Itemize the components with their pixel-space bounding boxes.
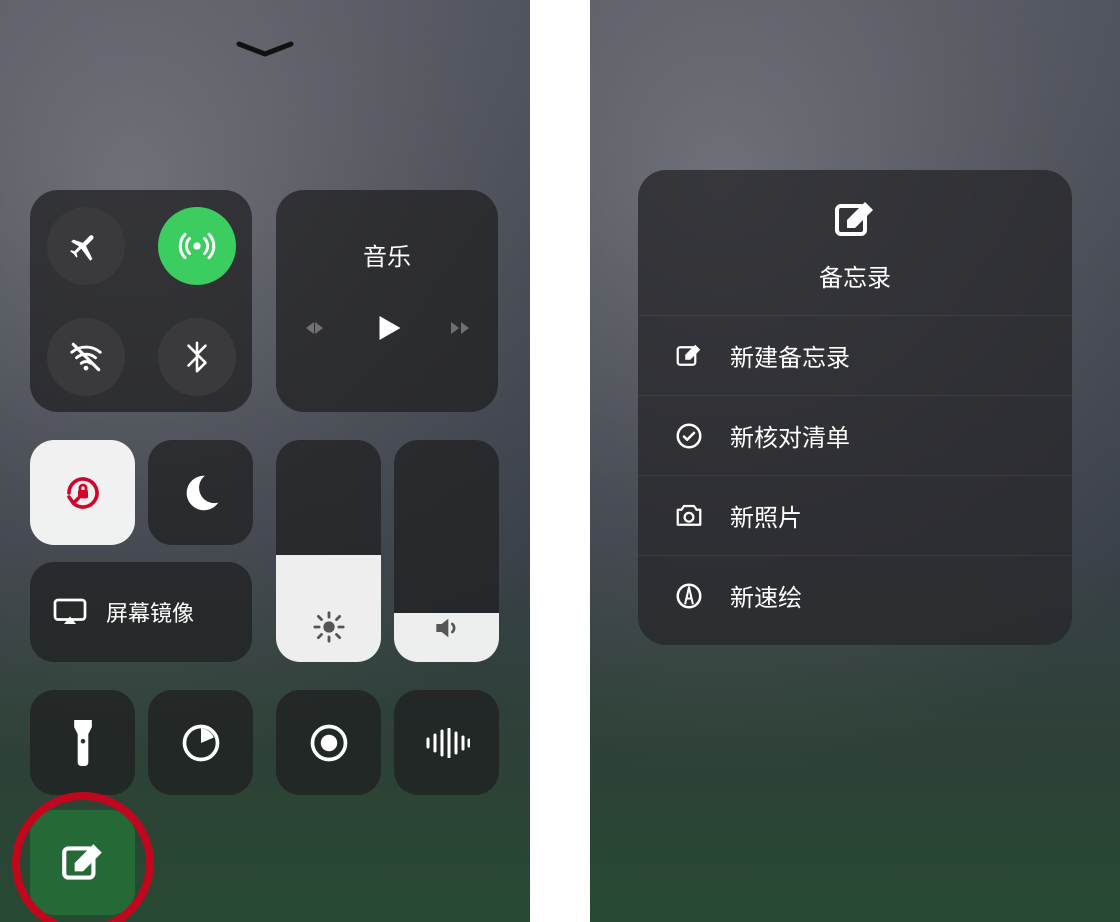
waveform-icon [424, 728, 470, 758]
menu-item-new-photo[interactable]: 新照片 [638, 475, 1072, 555]
brightness-slider[interactable] [276, 440, 381, 662]
compose-icon [831, 196, 879, 244]
menu-item-new-sketch[interactable]: 新速绘 [638, 555, 1072, 635]
screen-mirroring-button[interactable]: 屏幕镜像 [30, 562, 252, 662]
timer-button[interactable] [148, 690, 253, 795]
panel-divider [530, 0, 590, 922]
compose-icon [674, 341, 704, 371]
flashlight-icon [70, 720, 96, 766]
sketch-icon [674, 581, 704, 611]
moon-icon [178, 470, 224, 516]
cellular-icon [177, 226, 217, 266]
notes-quick-actions-panel: 备忘录 新建备忘录 新核对清单 [590, 0, 1120, 922]
bluetooth-toggle[interactable] [158, 318, 236, 396]
compose-icon [58, 838, 108, 888]
menu-item-label: 新照片 [730, 498, 802, 533]
wifi-toggle[interactable] [47, 318, 125, 396]
record-icon [307, 721, 351, 765]
hearing-button[interactable] [394, 690, 499, 795]
orientation-lock-icon [59, 469, 107, 517]
orientation-lock-toggle[interactable] [30, 440, 135, 545]
volume-slider[interactable] [394, 440, 499, 662]
dismiss-handle[interactable] [235, 40, 295, 60]
connectivity-module[interactable] [30, 190, 252, 412]
menu-item-label: 新速绘 [730, 578, 802, 613]
check-circle-icon [674, 421, 704, 451]
bluetooth-icon [180, 340, 214, 374]
cellular-toggle[interactable] [158, 207, 236, 285]
timer-icon [179, 721, 223, 765]
volume-icon [431, 612, 463, 644]
brightness-icon [312, 610, 346, 644]
notes-menu-title: 备忘录 [819, 258, 891, 293]
airplay-icon [52, 597, 88, 627]
next-track-icon[interactable] [445, 316, 475, 340]
play-icon[interactable] [369, 310, 405, 346]
notes-button[interactable] [30, 810, 135, 915]
flashlight-button[interactable] [30, 690, 135, 795]
wifi-off-icon [67, 338, 105, 376]
control-center-panel: 音乐 [0, 0, 530, 922]
chevron-down-icon [235, 40, 295, 58]
airplane-mode-toggle[interactable] [47, 207, 125, 285]
music-module[interactable]: 音乐 [276, 190, 498, 412]
do-not-disturb-toggle[interactable] [148, 440, 253, 545]
menu-item-label: 新建备忘录 [730, 338, 850, 373]
music-label: 音乐 [363, 237, 411, 272]
menu-item-label: 新核对清单 [730, 418, 850, 453]
screen-mirroring-label: 屏幕镜像 [106, 596, 194, 628]
notes-menu: 备忘录 新建备忘录 新核对清单 [638, 170, 1072, 645]
camera-icon [674, 503, 704, 529]
screen-record-button[interactable] [276, 690, 381, 795]
menu-item-new-checklist[interactable]: 新核对清单 [638, 395, 1072, 475]
menu-item-new-note[interactable]: 新建备忘录 [638, 315, 1072, 395]
notes-menu-header: 备忘录 [638, 196, 1072, 315]
airplane-icon [68, 228, 104, 264]
previous-track-icon[interactable] [299, 316, 329, 340]
